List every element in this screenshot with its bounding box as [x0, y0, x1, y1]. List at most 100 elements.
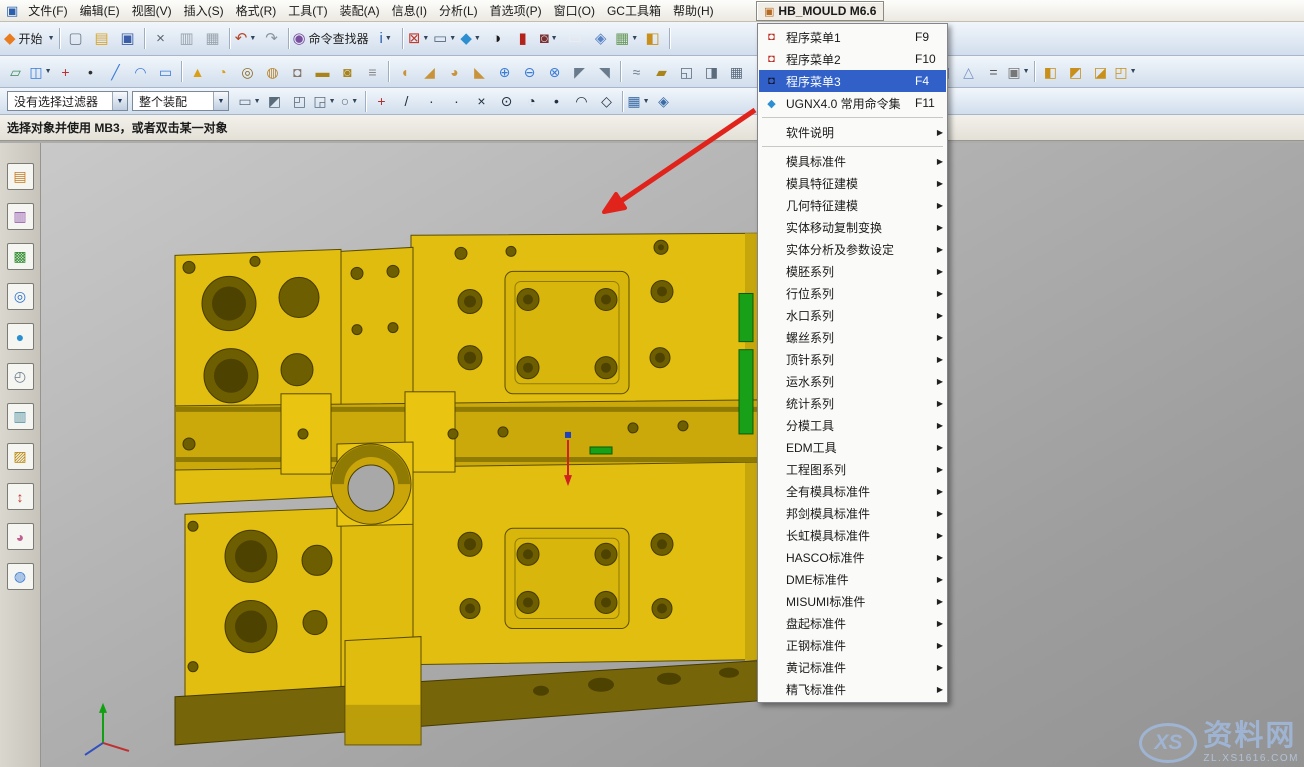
context-submenu-item[interactable]: 统计系列▶: [759, 392, 946, 414]
layer-settings-icon[interactable]: ▦▼: [614, 26, 640, 51]
context-menu-item[interactable]: ◘程序菜单2F10: [759, 48, 946, 70]
point-on-curve-icon[interactable]: ◠: [569, 90, 594, 113]
part-tab[interactable]: ▣ HB_MOULD M6.6: [756, 1, 884, 21]
emboss-icon[interactable]: ◙: [335, 60, 360, 83]
background-color-icon[interactable]: ▭: [562, 26, 588, 51]
snap-point-icon[interactable]: +: [369, 90, 394, 113]
shaded-view-icon[interactable]: ◑: [484, 26, 510, 51]
cut-icon[interactable]: ×: [148, 26, 174, 51]
end-point-icon[interactable]: /: [394, 90, 419, 113]
render-style-icon[interactable]: ◙▼: [536, 26, 562, 51]
snapshot-icon[interactable]: ▣▼: [1006, 60, 1031, 83]
context-submenu-item[interactable]: 分模工具▶: [759, 414, 946, 436]
assembly-navigator-icon[interactable]: ▤: [7, 163, 34, 190]
image-gallery-icon[interactable]: ◍: [7, 563, 34, 590]
system-scenes-icon[interactable]: ▥: [7, 403, 34, 430]
rib-icon[interactable]: ≡: [360, 60, 385, 83]
selection-filter-combo[interactable]: 没有选择过滤器 ▼: [7, 91, 128, 111]
hole-icon[interactable]: ◎: [235, 60, 260, 83]
paste-icon[interactable]: ▦: [200, 26, 226, 51]
info-icon[interactable]: i▼: [373, 26, 399, 51]
start-button[interactable]: ◆开始▼: [3, 26, 56, 51]
pattern-feature-icon[interactable]: ▦: [724, 60, 749, 83]
web-browser-icon[interactable]: ●: [7, 323, 34, 350]
offset-surface-icon[interactable]: ≈: [624, 60, 649, 83]
chamfer-icon[interactable]: ◣: [467, 60, 492, 83]
constraint-navigator-icon[interactable]: ▥: [7, 203, 34, 230]
move-object-icon[interactable]: ◧: [640, 26, 666, 51]
subtract-icon[interactable]: ⊖: [517, 60, 542, 83]
quadrant-point-icon[interactable]: ◔: [519, 90, 544, 113]
context-submenu-item[interactable]: EDM工具▶: [759, 436, 946, 458]
context-submenu-item[interactable]: 模具标准件▶: [759, 150, 946, 172]
context-menu-item[interactable]: ◘程序菜单3F4: [759, 70, 946, 92]
context-submenu-item[interactable]: 模胚系列▶: [759, 260, 946, 282]
mirror-feature-icon[interactable]: ◨: [699, 60, 724, 83]
menu-item[interactable]: 窗口(O): [548, 0, 601, 21]
existing-point-icon[interactable]: •: [544, 90, 569, 113]
combo-arrow-icon[interactable]: ▼: [213, 92, 228, 110]
menu-item[interactable]: 信息(I): [386, 0, 433, 21]
bounded-grid-icon[interactable]: ▦▼: [626, 90, 651, 113]
context-menu-item[interactable]: ◘程序菜单1F9: [759, 26, 946, 48]
menu-item[interactable]: 格式(R): [230, 0, 283, 21]
history-icon[interactable]: ◴: [7, 363, 34, 390]
trim-body-icon[interactable]: ◤: [567, 60, 592, 83]
control-point-icon[interactable]: ·: [444, 90, 469, 113]
expression-icon[interactable]: =: [981, 60, 1006, 83]
dropdown-arrow-icon[interactable]: ▼: [551, 35, 558, 42]
undo-icon[interactable]: ↶▼: [233, 26, 259, 51]
menu-item[interactable]: GC工具箱: [601, 0, 667, 21]
display-window-icon[interactable]: ▭▼: [432, 26, 458, 51]
context-submenu-item[interactable]: 几何特征建模▶: [759, 194, 946, 216]
copy-icon[interactable]: ▥: [174, 26, 200, 51]
top-selection-icon[interactable]: ◰: [287, 90, 312, 113]
command-finder-button[interactable]: ◉命令查找器: [292, 26, 373, 51]
dropdown-arrow-icon[interactable]: ▼: [48, 35, 55, 42]
dropdown-arrow-icon[interactable]: ▼: [385, 35, 392, 42]
context-submenu-item[interactable]: 实体移动复制变换▶: [759, 216, 946, 238]
part-navigator-icon[interactable]: ▩: [7, 243, 34, 270]
context-submenu-item[interactable]: 模具特征建模▶: [759, 172, 946, 194]
menu-item[interactable]: 视图(V): [126, 0, 178, 21]
datum-plane-icon[interactable]: ◫▼: [28, 60, 53, 83]
context-menu-item[interactable]: ◆UGNX4.0 常用命令集F11: [759, 92, 946, 114]
resize-face-icon[interactable]: ◰▼: [1113, 60, 1138, 83]
line-icon[interactable]: ╱: [103, 60, 128, 83]
highlight-selection-icon[interactable]: ◩: [262, 90, 287, 113]
menu-item[interactable]: 装配(A): [334, 0, 386, 21]
context-submenu-item[interactable]: 长虹模具标准件▶: [759, 524, 946, 546]
context-submenu-item[interactable]: 顶针系列▶: [759, 348, 946, 370]
dropdown-arrow-icon[interactable]: ▼: [631, 35, 638, 42]
selection-scope-combo[interactable]: 整个装配 ▼: [132, 91, 229, 111]
extrude-icon[interactable]: ▲: [185, 60, 210, 83]
save-icon[interactable]: ▣: [115, 26, 141, 51]
point-on-face-icon[interactable]: ◇: [594, 90, 619, 113]
thicken-icon[interactable]: ▰: [649, 60, 674, 83]
menu-item[interactable]: 分析(L): [433, 0, 484, 21]
draft-icon[interactable]: ◢: [417, 60, 442, 83]
dropdown-arrow-icon[interactable]: ▼: [474, 35, 481, 42]
context-submenu-item[interactable]: HASCO标准件▶: [759, 546, 946, 568]
roles-icon[interactable]: ◕: [7, 523, 34, 550]
direct-sketch-icon[interactable]: ▱: [3, 60, 28, 83]
context-submenu-item[interactable]: 工程图系列▶: [759, 458, 946, 480]
dropdown-arrow-icon[interactable]: ▼: [249, 35, 256, 42]
shell-icon[interactable]: ◖: [392, 60, 417, 83]
visual-effect-icon[interactable]: ◈: [588, 26, 614, 51]
point-icon[interactable]: •: [78, 60, 103, 83]
context-submenu-item[interactable]: 盘起标准件▶: [759, 612, 946, 634]
intersection-point-icon[interactable]: ×: [469, 90, 494, 113]
transition-surface-icon[interactable]: △: [956, 60, 981, 83]
context-submenu-item[interactable]: 邦剑模具标准件▶: [759, 502, 946, 524]
process-studio-icon[interactable]: ↕: [7, 483, 34, 510]
context-submenu-item[interactable]: DME标准件▶: [759, 568, 946, 590]
context-submenu-item[interactable]: 正钢标准件▶: [759, 634, 946, 656]
new-file-icon[interactable]: ▢: [63, 26, 89, 51]
open-folder-icon[interactable]: ▤: [89, 26, 115, 51]
mold-assembly-model[interactable]: [41, 143, 1304, 767]
move-face-icon[interactable]: ◧: [1038, 60, 1063, 83]
context-submenu-item[interactable]: 运水系列▶: [759, 370, 946, 392]
dropdown-arrow-icon[interactable]: ▼: [1023, 68, 1030, 75]
context-submenu-item[interactable]: 精飞标准件▶: [759, 678, 946, 700]
